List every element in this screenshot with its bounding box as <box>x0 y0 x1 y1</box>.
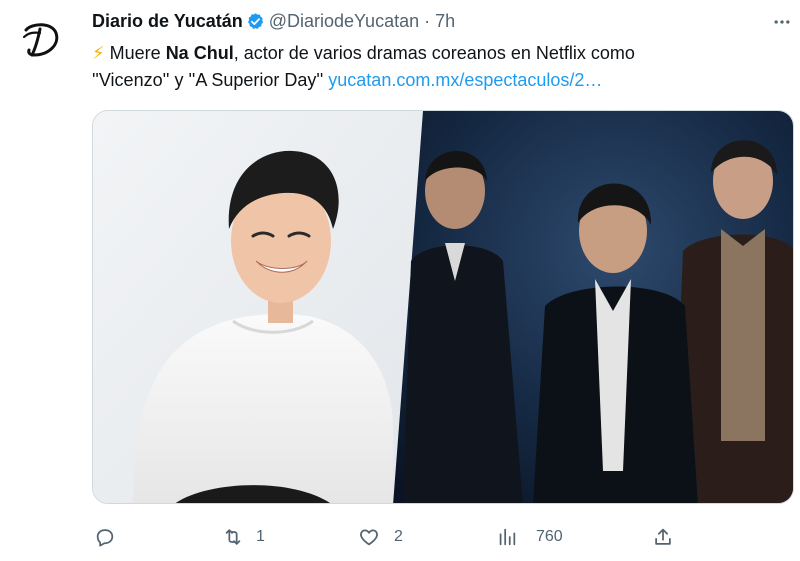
like-icon <box>352 521 386 553</box>
avatar-logo-icon <box>22 23 59 57</box>
retweet-icon <box>216 521 250 553</box>
tweet-text-part1: Muere <box>109 43 166 63</box>
retweet-button[interactable]: 1 <box>216 521 265 553</box>
separator-dot: · <box>424 10 431 31</box>
verified-badge-icon <box>246 12 265 31</box>
like-count: 2 <box>394 528 403 545</box>
reply-button[interactable] <box>88 521 122 553</box>
author-handle[interactable]: @DiariodeYucatan <box>269 11 419 32</box>
tweet-text-part2: , actor de varios dramas coreanos en Net… <box>233 43 635 63</box>
tweet-link[interactable]: yucatan.com.mx/espectaculos/2… <box>328 70 602 90</box>
views-count: 760 <box>536 528 563 545</box>
tweet-text-bold: Na Chul <box>165 43 234 63</box>
reply-icon <box>88 521 122 553</box>
tweet-text-line2: ''Vicenzo'' y ''A Superior Day'' <box>92 70 329 90</box>
share-button[interactable] <box>646 521 680 553</box>
more-options-button[interactable] <box>768 8 796 36</box>
more-icon <box>774 20 790 24</box>
views-icon <box>490 521 524 553</box>
media-left-photo <box>93 111 423 503</box>
avatar[interactable] <box>12 11 70 69</box>
like-button[interactable]: 2 <box>352 521 403 553</box>
lightning-emoji-icon: ⚡ <box>92 43 105 63</box>
media-right-photo <box>393 111 793 503</box>
tweet-timestamp[interactable]: 7h <box>435 11 455 32</box>
author-name[interactable]: Diario de Yucatán <box>92 11 243 32</box>
tweet-header: Diario de Yucatán @DiariodeYucatan · 7h <box>92 10 455 32</box>
tweet-text: ⚡ Muere Na Chul, actor de varios dramas … <box>92 40 782 94</box>
retweet-count: 1 <box>256 528 265 545</box>
share-icon <box>646 521 680 553</box>
views-button[interactable]: 760 <box>490 521 563 553</box>
tweet-media[interactable] <box>92 110 794 504</box>
tweet-actions: 1 2 760 <box>88 521 788 553</box>
